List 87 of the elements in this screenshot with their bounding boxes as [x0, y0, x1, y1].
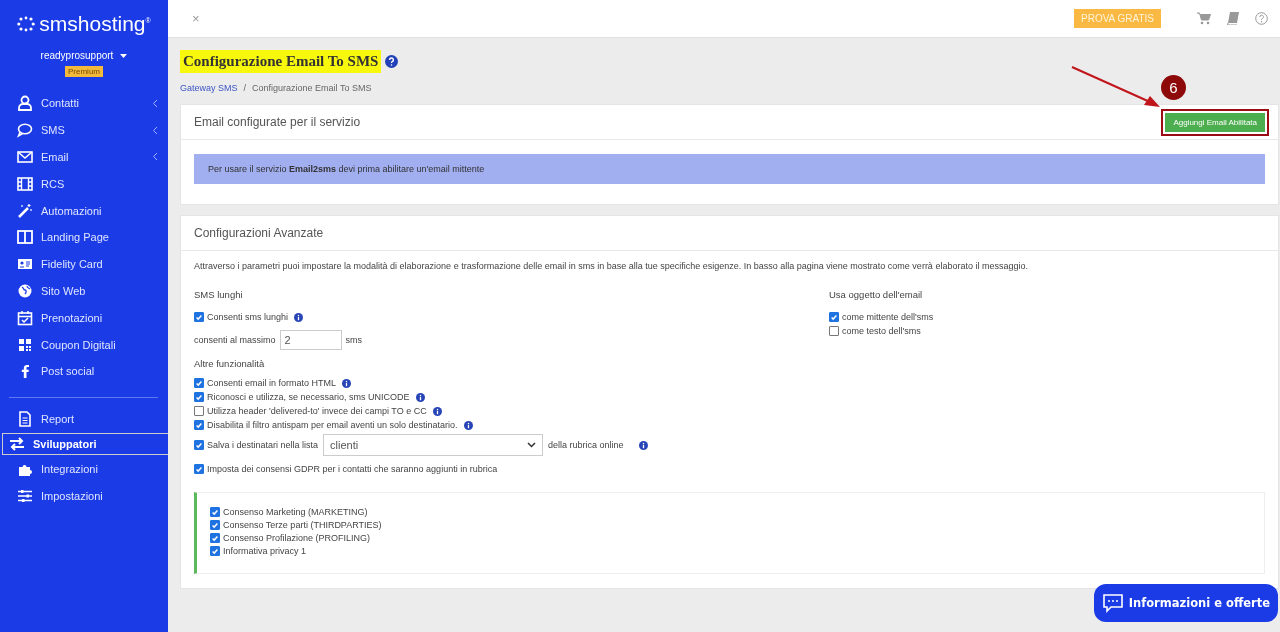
globe-icon — [17, 282, 33, 299]
breadcrumb-link[interactable]: Gateway SMS — [180, 83, 238, 93]
breadcrumb-current: Configurazione Email To SMS — [252, 83, 372, 93]
sliders-icon — [17, 487, 33, 504]
checkbox[interactable] — [194, 392, 204, 402]
nav-item[interactable]: Email — [0, 143, 168, 171]
intro-text: Attraverso i parametri puoi impostare la modalità di elaborazione e trasformazione delle email in sms in base alla tue specifiche esigenze. In basso alla pagina viene mostrato come verrà elaborato il messaggio. — [194, 261, 1029, 271]
checkbox[interactable] — [194, 420, 204, 430]
nav-item[interactable]: Coupon Digitali — [0, 331, 168, 358]
info-icon[interactable] — [638, 440, 648, 450]
calendar-icon — [17, 309, 33, 326]
option-label: della rubrica online — [548, 440, 624, 450]
checkbox[interactable] — [210, 546, 220, 556]
nav-item[interactable]: Landing Page — [0, 224, 168, 251]
step-number-badge: 6 — [1161, 75, 1186, 100]
nav-item[interactable]: Prenotazioni — [0, 304, 168, 332]
checkbox[interactable] — [194, 440, 204, 450]
logo-icon — [17, 16, 36, 32]
field-label: consenti al massimo — [194, 335, 276, 345]
checkbox[interactable] — [194, 406, 204, 416]
arrows-icon — [9, 435, 25, 452]
envelope-icon — [17, 149, 33, 165]
checkbox[interactable] — [210, 520, 220, 530]
help-icon[interactable] — [385, 55, 399, 68]
option-label: Disabilita il filtro antispam per email aventi un solo destinatario. — [207, 420, 458, 430]
option-label: Salva i destinatari nella lista — [207, 440, 319, 450]
option-label: Consenso Marketing (MARKETING) — [223, 507, 368, 517]
document-icon — [17, 411, 33, 428]
option-label: Consenso Profilazione (PROFILING) — [223, 533, 371, 543]
list-select[interactable]: clienti — [323, 434, 544, 456]
unit-label: sms — [345, 335, 363, 345]
option-label: Utilizza header 'delivered-to' invece dei campi TO e CC — [207, 406, 427, 416]
option-label: Consenso Terze parti (THIRDPARTIES) — [223, 520, 382, 530]
page-title: Configurazione Email To SMS — [180, 50, 382, 73]
nav-item[interactable]: Sviluppatori — [2, 432, 168, 455]
option-label: come testo dell'sms — [842, 326, 921, 336]
chat-icon — [1101, 593, 1124, 613]
info-icon[interactable] — [432, 406, 442, 416]
checkbox[interactable] — [194, 378, 204, 388]
info-icon[interactable] — [294, 312, 304, 322]
option-label: Informativa privacy 1 — [223, 546, 307, 556]
nav-item[interactable]: Sito Web — [0, 277, 168, 305]
magic-wand-icon — [17, 202, 33, 219]
nav-item[interactable]: RCS — [0, 170, 168, 198]
breadcrumb-separator: / — [243, 83, 247, 93]
card-title: Configurazioni Avanzate — [194, 226, 324, 240]
caret-icon — [120, 54, 128, 59]
checkbox[interactable] — [194, 464, 204, 474]
info-alert: Per usare il servizio Email2sms devi prima abilitare un'email mittente — [194, 154, 1265, 184]
section-heading: SMS lunghi — [194, 289, 244, 300]
nav-item[interactable]: Integrazioni — [0, 455, 168, 483]
option-label: Imposta dei consensi GDPR per i contatti che saranno aggiunti in rubrica — [207, 464, 498, 474]
nav-item[interactable]: SMS — [0, 116, 168, 144]
option-label: Riconosci e utilizza, se necessario, sms UNICODE — [207, 392, 410, 402]
checkbox[interactable] — [829, 326, 839, 336]
option-label: Consenti sms lunghi — [207, 312, 289, 322]
film-icon — [17, 175, 33, 192]
speech-bubble-icon — [17, 122, 33, 139]
option-label: Consenti email in formato HTML — [207, 378, 337, 388]
checkbox[interactable] — [194, 312, 204, 322]
info-icon[interactable] — [342, 378, 352, 388]
nav-item[interactable]: Report — [0, 405, 168, 433]
nav-item[interactable]: Post social — [0, 357, 168, 385]
nav-item[interactable]: Fidelity Card — [0, 250, 168, 278]
nav-item[interactable]: Impostazioni — [0, 482, 168, 510]
brand-logo: smshosting$^{®}$ — [39, 12, 151, 36]
user-menu[interactable]: readyprosupport — [40, 50, 128, 61]
option-label: come mittente dell'sms — [842, 312, 934, 322]
section-heading: Usa oggetto dell'email — [829, 289, 924, 300]
columns-icon — [17, 229, 33, 246]
info-icon[interactable] — [463, 420, 473, 430]
section-heading: Altre funzionalità — [194, 358, 266, 369]
qr-code-icon — [17, 336, 33, 353]
cart-icon[interactable] — [1197, 12, 1211, 25]
person-icon — [17, 95, 33, 112]
card-title: Email configurate per il servizio — [194, 115, 361, 129]
chevron-down-icon — [527, 442, 537, 448]
checkbox[interactable] — [210, 507, 220, 517]
plan-badge: Premium — [65, 66, 103, 77]
checkbox[interactable] — [210, 533, 220, 543]
chat-button[interactable]: Informazioni e offerte — [1093, 584, 1278, 622]
info-icon[interactable] — [415, 392, 425, 402]
checkbox[interactable] — [829, 312, 839, 322]
nav-item[interactable]: Automazioni — [0, 197, 168, 224]
max-sms-field[interactable]: 2 — [279, 330, 342, 350]
book-icon[interactable] — [1227, 12, 1239, 25]
nav-item[interactable]: Contatti — [0, 90, 168, 117]
